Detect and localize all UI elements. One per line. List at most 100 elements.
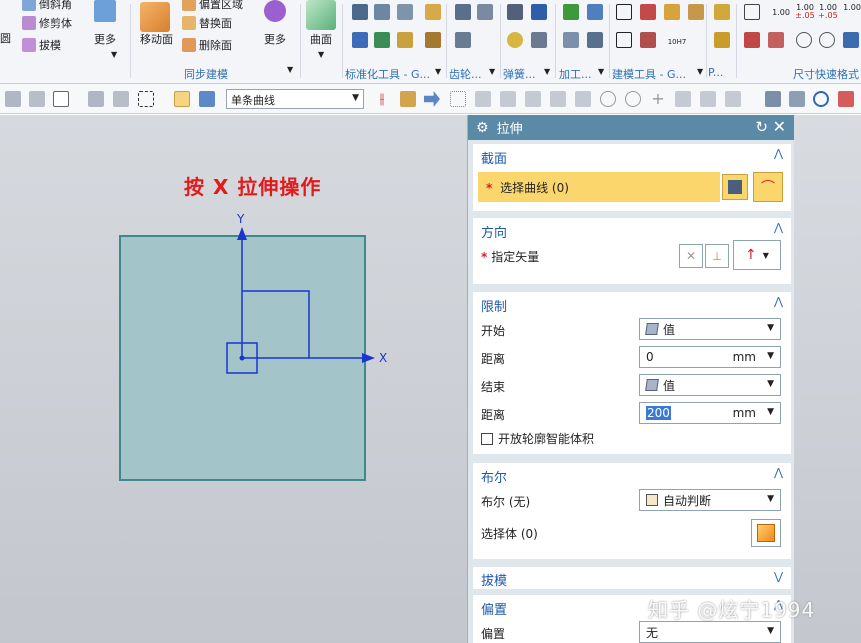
machining-tool-icon[interactable] [587, 4, 603, 20]
ribbon-more-button-2[interactable] [264, 0, 286, 22]
ribbon-replace-face-item[interactable]: 替换面 [182, 15, 232, 31]
gear-tool-icon[interactable] [477, 4, 493, 20]
spring-caret[interactable]: ▼ [544, 67, 550, 76]
ribbon-more-button-1[interactable] [94, 0, 116, 22]
snap-icon[interactable] [675, 91, 691, 107]
gear-tool-icon[interactable] [455, 32, 471, 48]
tool-icon[interactable] [352, 32, 368, 48]
snap-icon[interactable] [525, 91, 541, 107]
solid-select-icon[interactable] [174, 91, 190, 107]
start-distance-input[interactable]: 0 mm ▼ [639, 346, 781, 368]
view-icon[interactable] [789, 91, 805, 107]
snap-icon[interactable] [500, 91, 516, 107]
snap-icon[interactable] [700, 91, 716, 107]
surface-button[interactable] [306, 0, 336, 30]
plus-snap-icon[interactable]: + [650, 91, 666, 107]
ribbon-delete-face-item[interactable]: 删除面 [182, 37, 232, 53]
start-type-dropdown[interactable]: 值 ▼ [639, 318, 781, 340]
dimension-tool-icon[interactable] [796, 32, 812, 48]
graphics-window-right[interactable] [794, 115, 861, 643]
section-header[interactable]: 布尔 ⋀ [473, 463, 791, 487]
ribbon-draft-item[interactable]: 拔模 [22, 37, 61, 53]
filter-icon[interactable] [5, 91, 21, 107]
dimension-tool-icon[interactable] [768, 32, 784, 48]
snap-icon[interactable] [725, 91, 741, 107]
modeling-tools-caret[interactable]: ▼ [697, 67, 703, 76]
dimension-tool-icon[interactable] [819, 32, 835, 48]
snap-icon[interactable] [88, 91, 104, 107]
spring-tool-icon[interactable] [507, 4, 523, 20]
view-icon[interactable] [838, 91, 854, 107]
offset-dropdown[interactable]: 无 ▼ [639, 621, 781, 643]
graphics-window[interactable]: 按 X 拉伸操作 Y X [0, 115, 467, 643]
more-dropdown-caret-2[interactable]: ▼ [287, 65, 293, 74]
section-header[interactable]: 限制 ⋀ [473, 292, 791, 316]
ribbon-chamfer-item[interactable]: 倒斜角 [22, 0, 72, 12]
snap-icon[interactable] [575, 91, 591, 107]
tool-icon[interactable] [425, 4, 441, 20]
chevron-up-icon[interactable]: ⋀ [774, 466, 783, 479]
circle-snap-icon[interactable] [625, 91, 641, 107]
section-header[interactable]: 拔模 ⋁ [473, 567, 791, 589]
ribbon-offset-region-item[interactable]: 偏置区域 [182, 0, 243, 12]
machining-tool-icon[interactable] [563, 32, 579, 48]
modeling-tool-icon[interactable] [664, 4, 680, 20]
p-tool-icon[interactable] [714, 4, 730, 20]
box-select-icon[interactable] [138, 91, 154, 107]
triangle-tool-icon[interactable] [616, 4, 632, 20]
machining-tool-icon[interactable] [563, 4, 579, 20]
body-icon[interactable] [199, 91, 215, 107]
refresh-icon[interactable] [813, 91, 829, 107]
filter-icon[interactable] [29, 91, 45, 107]
intersection-icon[interactable]: ⫲ [374, 91, 390, 107]
surface-dropdown-caret[interactable]: ▼ [318, 50, 324, 59]
end-distance-input[interactable]: 200 mm ▼ [639, 402, 781, 424]
snap-icon[interactable] [550, 91, 566, 107]
more-dropdown-caret[interactable]: ▼ [111, 50, 117, 59]
dimension-tool-icon[interactable] [843, 32, 859, 48]
open-profile-checkbox-wrap[interactable]: 开放轮廓智能体积 [481, 430, 594, 447]
sketch-section-button[interactable] [722, 174, 748, 200]
standard-tools-caret[interactable]: ▼ [435, 67, 441, 76]
view-icon[interactable] [765, 91, 781, 107]
tool-icon[interactable] [397, 4, 413, 20]
spring-tool-icon[interactable] [531, 32, 547, 48]
p-tool-icon[interactable] [714, 32, 730, 48]
ribbon-more-label-2[interactable]: 更多 [264, 31, 286, 47]
gear-tool-icon[interactable] [455, 4, 471, 20]
vector-dialog-button[interactable]: ⊥ [705, 244, 729, 268]
section-header[interactable]: 方向 ⋀ [473, 218, 791, 242]
spring-tool-icon[interactable] [531, 4, 547, 20]
modeling-tool-icon[interactable] [688, 4, 704, 20]
dimension-tool-icon[interactable] [744, 32, 760, 48]
snap-icon[interactable] [450, 91, 466, 107]
tolerance-10h7-icon[interactable]: 10H7 [664, 38, 690, 46]
reverse-direction-button[interactable]: ✕ [679, 244, 703, 268]
reset-icon[interactable]: ↻ [755, 118, 768, 136]
boolean-dropdown[interactable]: 自动判断 ▼ [639, 489, 781, 511]
chevron-up-icon[interactable]: ⋀ [774, 147, 783, 160]
open-profile-checkbox[interactable] [481, 433, 493, 445]
ribbon-round-item[interactable]: 圆 [0, 30, 11, 46]
snap-icon[interactable] [475, 91, 491, 107]
tool-icon[interactable] [374, 32, 390, 48]
chevron-down-icon[interactable]: ⋁ [774, 570, 783, 583]
modeling-tool-icon[interactable] [640, 4, 656, 20]
ribbon-trim-body-item[interactable]: 修剪体 [22, 15, 72, 31]
gear-caret[interactable]: ▼ [489, 67, 495, 76]
dimension-format-1[interactable]: 1.00 [771, 9, 791, 17]
machining-caret[interactable]: ▼ [598, 67, 604, 76]
vector-type-dropdown[interactable]: ↑ ▼ [733, 240, 781, 270]
dimension-format-4[interactable]: 1.00 [842, 4, 861, 12]
spring-tool-icon[interactable] [507, 32, 523, 48]
select-curve-field[interactable]: * 选择曲线 (0) [478, 172, 720, 202]
select-icon[interactable] [53, 91, 69, 107]
section-header[interactable]: 截面 ⋀ [473, 144, 791, 168]
arrow-icon[interactable] [424, 91, 440, 107]
snap-icon[interactable] [113, 91, 129, 107]
dimension-tool-icon[interactable] [744, 4, 760, 20]
select-body-button[interactable] [751, 519, 781, 547]
chevron-up-icon[interactable]: ⋀ [774, 221, 783, 234]
move-face-button[interactable] [140, 2, 170, 32]
tool-icon[interactable] [374, 4, 390, 20]
